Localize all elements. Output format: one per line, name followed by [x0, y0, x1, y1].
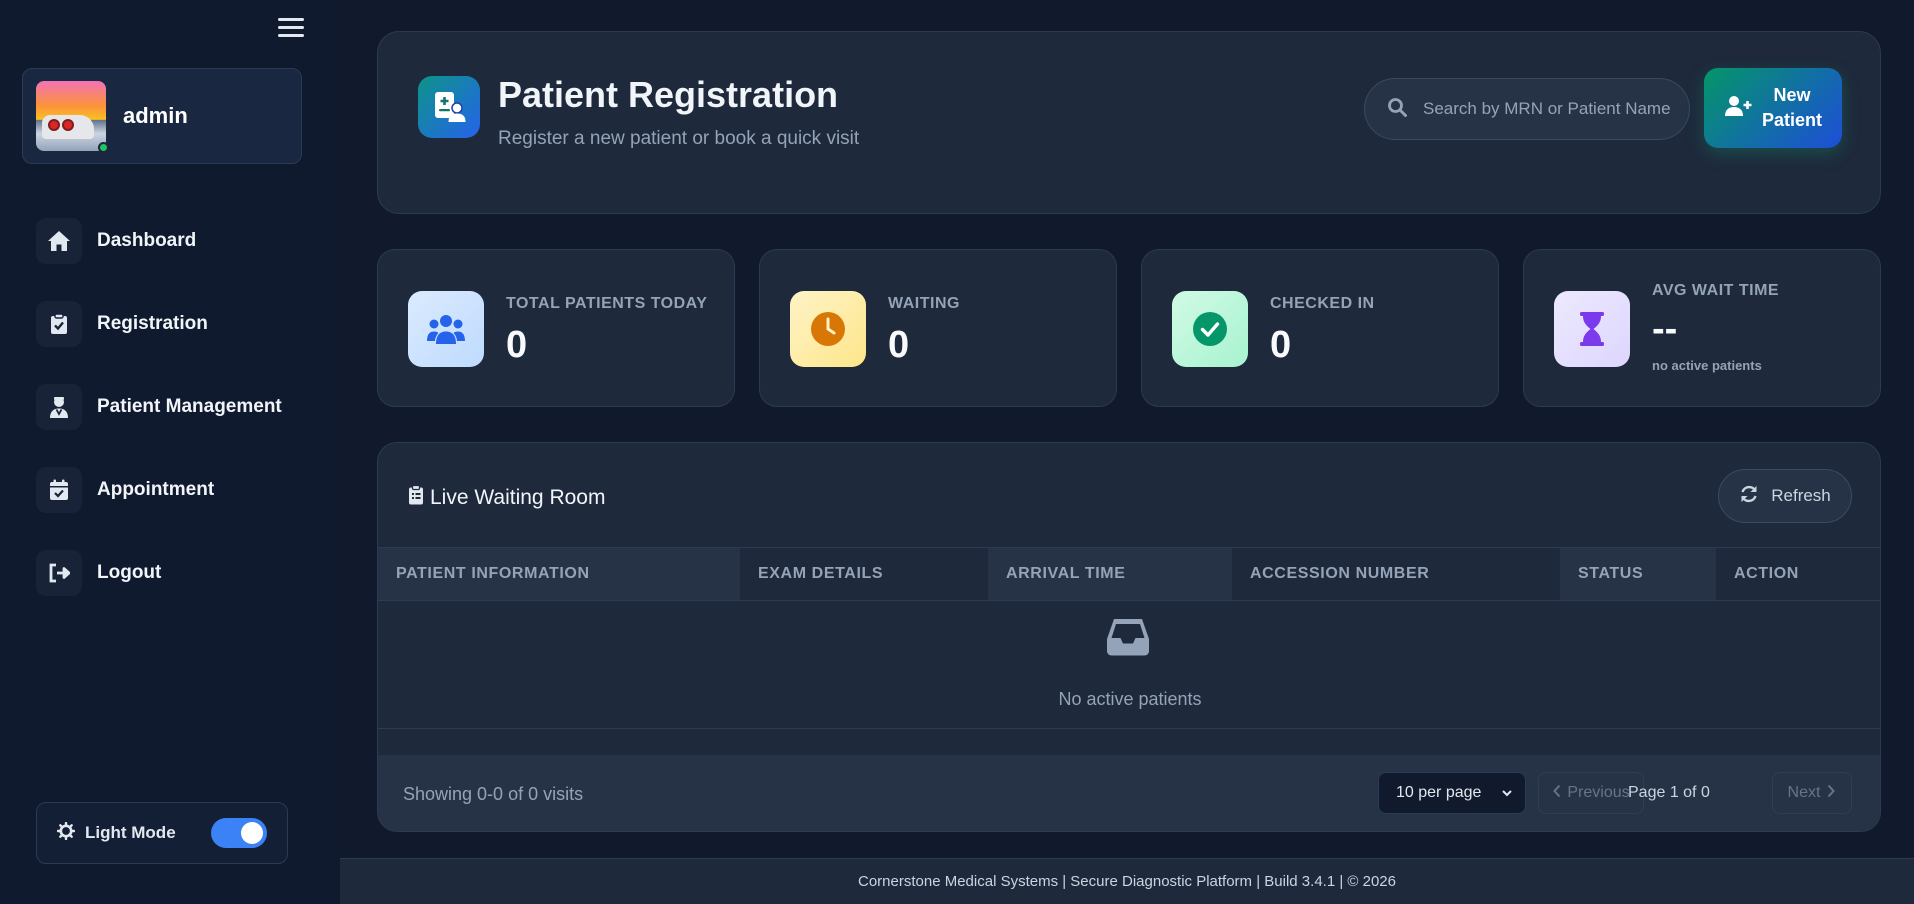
sidebar-item-dashboard[interactable]: Dashboard [36, 218, 326, 264]
column-header-status[interactable]: STATUS [1560, 548, 1716, 600]
new-patient-label: New Patient [1762, 85, 1823, 130]
home-icon [36, 218, 82, 264]
empty-state: No active patients [378, 603, 1880, 729]
user-doctor-icon [36, 384, 82, 430]
sidebar-item-label: Patient Management [97, 396, 282, 417]
live-waiting-room-panel: Live Waiting Room Refresh PATIENT INFORM… [377, 442, 1881, 832]
user-profile-card[interactable]: admin [22, 68, 302, 164]
users-icon [408, 291, 484, 367]
page-title: Patient Registration [498, 74, 839, 115]
column-header-exam-details[interactable]: EXAM DETAILS [740, 548, 988, 600]
theme-toggle-label: Light Mode [85, 823, 176, 842]
sidebar-item-label: Logout [97, 562, 162, 583]
logout-icon [36, 550, 82, 596]
page-header: Patient Registration Register a new pati… [377, 31, 1881, 214]
next-page-button[interactable]: Next [1772, 772, 1852, 814]
chevron-right-icon [1826, 784, 1836, 803]
stat-label: AVG WAIT TIME [1652, 282, 1780, 299]
calendar-check-icon [36, 467, 82, 513]
page-indicator: Page 1 of 0 [1628, 784, 1710, 801]
user-plus-icon [1724, 95, 1752, 122]
refresh-button[interactable]: Refresh [1718, 469, 1852, 523]
search-input[interactable] [1423, 99, 1673, 119]
stat-label: CHECKED IN [1270, 295, 1375, 312]
sidebar-item-label: Dashboard [97, 230, 197, 251]
empty-state-text: No active patients [1058, 689, 1202, 709]
panel-title: Live Waiting Room [408, 484, 605, 511]
hamburger-menu-icon[interactable] [278, 18, 304, 40]
stat-label: TOTAL PATIENTS TODAY [506, 295, 708, 312]
gear-icon [56, 821, 76, 845]
user-name: admin [123, 103, 188, 128]
clipboard-check-icon [36, 301, 82, 347]
sidebar-nav: Dashboard Registration Patient Managemen… [36, 218, 326, 633]
stat-value: 0 [1270, 324, 1292, 366]
theme-toggle-panel: Light Mode [36, 802, 288, 864]
per-page-select[interactable]: 10 per page [1378, 772, 1526, 814]
hourglass-icon [1554, 291, 1630, 367]
inbox-icon [1106, 617, 1150, 662]
column-header-patient-information[interactable]: PATIENT INFORMATION [378, 548, 740, 600]
search-bar [1364, 78, 1690, 140]
sidebar-item-appointment[interactable]: Appointment [36, 467, 326, 513]
sidebar-item-registration[interactable]: Registration [36, 301, 326, 347]
column-header-arrival-time[interactable]: ARRIVAL TIME [988, 548, 1232, 600]
new-patient-button[interactable]: New Patient [1704, 68, 1842, 148]
sidebar: admin Dashboard Registration Patient Man… [0, 0, 340, 904]
stat-value: -- [1652, 308, 1678, 350]
search-icon [1387, 97, 1407, 122]
stat-card-waiting: WAITING 0 [759, 249, 1117, 407]
table-header: PATIENT INFORMATION EXAM DETAILS ARRIVAL… [378, 547, 1880, 601]
check-circle-icon [1172, 291, 1248, 367]
sidebar-item-label: Registration [97, 313, 208, 334]
footer: Cornerstone Medical Systems | Secure Dia… [340, 858, 1914, 904]
stat-value: 0 [888, 324, 910, 366]
sidebar-item-logout[interactable]: Logout [36, 550, 326, 596]
main-content: Patient Registration Register a new pati… [340, 0, 1914, 904]
pagination-bar: Showing 0-0 of 0 visits 10 per page Prev… [378, 755, 1880, 831]
avatar [36, 81, 109, 153]
patient-file-icon [418, 76, 480, 138]
clock-icon [790, 291, 866, 367]
sidebar-item-patient-management[interactable]: Patient Management [36, 384, 326, 430]
stat-card-total-patients: TOTAL PATIENTS TODAY 0 [377, 249, 735, 407]
showing-count: Showing 0-0 of 0 visits [403, 784, 584, 804]
page-subtitle: Register a new patient or book a quick v… [498, 128, 860, 149]
chevron-down-icon [1501, 786, 1513, 804]
sidebar-item-label: Appointment [97, 479, 215, 500]
stat-card-avg-wait-time: AVG WAIT TIME -- no active patients [1523, 249, 1881, 407]
stat-label: WAITING [888, 295, 960, 312]
online-status-indicator [98, 142, 109, 153]
refresh-icon [1739, 484, 1759, 509]
light-mode-switch[interactable] [211, 818, 267, 848]
stat-card-checked-in: CHECKED IN 0 [1141, 249, 1499, 407]
column-header-accession-number[interactable]: ACCESSION NUMBER [1232, 548, 1560, 600]
stat-value: 0 [506, 324, 528, 366]
column-header-action[interactable]: ACTION [1716, 548, 1880, 600]
chevron-left-icon [1552, 784, 1562, 803]
stat-note: no active patients [1652, 358, 1762, 373]
clipboard-list-icon [408, 484, 424, 511]
